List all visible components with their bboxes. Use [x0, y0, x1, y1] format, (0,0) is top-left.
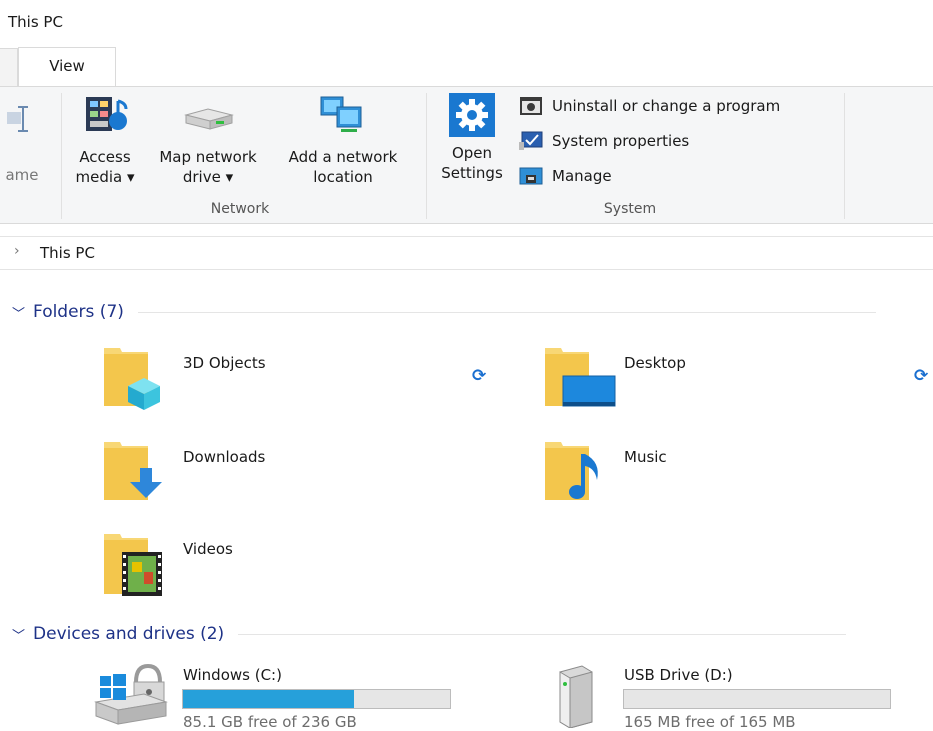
drive-free-space: 85.1 GB free of 236 GB	[183, 713, 357, 731]
manage-label: Manage	[552, 167, 612, 185]
system-properties-button[interactable]: System properties	[518, 128, 689, 154]
videos-folder-icon	[104, 534, 162, 596]
ribbon-separator	[844, 93, 845, 219]
downloads-folder-icon	[104, 442, 162, 500]
folder-name: Downloads	[183, 448, 266, 466]
drive-item-usb-d[interactable]: USB Drive (D:) 165 MB free of 165 MB	[548, 662, 908, 731]
manage-button[interactable]: Manage	[518, 163, 612, 189]
folder-item-desktop[interactable]: Desktop ⟳	[541, 342, 933, 412]
add-network-location-label-2: location	[313, 168, 373, 186]
map-network-drive-icon	[184, 108, 234, 130]
music-folder-icon	[545, 442, 598, 500]
folder-item-music[interactable]: Music	[541, 436, 933, 506]
ribbon-tabs: View	[0, 44, 933, 88]
folder-name: Desktop	[624, 354, 686, 372]
drive-name: USB Drive (D:)	[624, 666, 733, 684]
breadcrumb-this-pc[interactable]: This PC	[40, 244, 95, 262]
tab-view[interactable]: View	[18, 47, 116, 88]
ribbon-separator	[426, 93, 427, 219]
windows-drive-icon	[94, 663, 168, 725]
desktop-folder-icon	[545, 348, 616, 407]
network-group-label: Network	[210, 201, 270, 217]
map-network-drive-button[interactable]: Map network drive ▾	[146, 91, 270, 187]
drives-section-header[interactable]: ﹀ Devices and drives (2)	[12, 620, 933, 648]
sync-status-icon: ⟳	[472, 366, 487, 386]
add-network-location-label-1: Add a network	[288, 148, 398, 166]
add-network-location-icon	[320, 96, 362, 132]
folders-section-header[interactable]: ﹀ Folders (7)	[12, 298, 933, 326]
drive-usage-bar	[623, 689, 891, 709]
rename-button-partial[interactable]: ame	[0, 103, 44, 185]
3d-objects-folder-icon	[104, 348, 160, 410]
map-network-drive-label-1: Map network	[159, 148, 257, 166]
settings-gear-icon	[449, 93, 495, 137]
manage-icon	[518, 165, 544, 187]
collapse-chevron-icon[interactable]: ﹀	[12, 303, 25, 322]
rename-label-partial: ame	[5, 166, 39, 184]
folders-section-label: Folders (7)	[33, 302, 124, 322]
folder-item-3d-objects[interactable]: 3D Objects ⟳	[100, 342, 500, 412]
drive-item-windows-c[interactable]: Windows (C:) 85.1 GB free of 236 GB	[92, 662, 462, 731]
collapse-chevron-icon[interactable]: ﹀	[12, 625, 25, 644]
ribbon: ame Access media ▾ Map network drive ▾ A…	[0, 86, 933, 224]
rename-icon	[7, 106, 28, 132]
access-media-label-1: Access	[79, 148, 131, 166]
drive-free-space: 165 MB free of 165 MB	[624, 713, 796, 731]
usb-drive-icon	[559, 665, 593, 728]
address-bar[interactable]: › This PC	[0, 236, 933, 270]
drives-section-label: Devices and drives (2)	[33, 624, 225, 644]
address-chevron-icon[interactable]: ›	[14, 243, 20, 259]
section-divider	[137, 311, 876, 313]
sync-status-icon: ⟳	[914, 366, 929, 386]
folder-name: Videos	[183, 540, 233, 558]
system-properties-label: System properties	[552, 132, 690, 150]
window-title: This PC	[8, 13, 63, 31]
open-settings-label-2: Settings	[441, 164, 503, 182]
system-group-label: System	[603, 201, 657, 217]
title-bar: This PC	[0, 0, 933, 44]
tab-partial[interactable]	[0, 48, 18, 88]
folder-item-videos[interactable]: Videos	[100, 528, 500, 598]
open-settings-button[interactable]: Open Settings	[432, 93, 512, 183]
access-media-button[interactable]: Access media ▾	[66, 91, 144, 187]
system-properties-icon	[518, 130, 544, 152]
ribbon-separator	[61, 93, 62, 219]
section-divider	[238, 633, 847, 635]
map-network-drive-label-2: drive ▾	[182, 168, 234, 186]
uninstall-program-button[interactable]: Uninstall or change a program	[518, 93, 780, 119]
uninstall-program-label: Uninstall or change a program	[552, 97, 781, 115]
folder-name: 3D Objects	[183, 354, 266, 372]
uninstall-icon	[518, 95, 544, 117]
access-media-icon	[86, 97, 128, 131]
drive-usage-bar	[182, 689, 451, 709]
access-media-label-2: media ▾	[75, 168, 135, 186]
drive-usage-fill	[183, 690, 354, 708]
add-network-location-button[interactable]: Add a network location	[274, 91, 412, 187]
open-settings-label-1: Open	[451, 144, 493, 162]
folder-item-downloads[interactable]: Downloads	[100, 436, 500, 506]
folder-name: Music	[624, 448, 667, 466]
drive-name: Windows (C:)	[183, 666, 282, 684]
